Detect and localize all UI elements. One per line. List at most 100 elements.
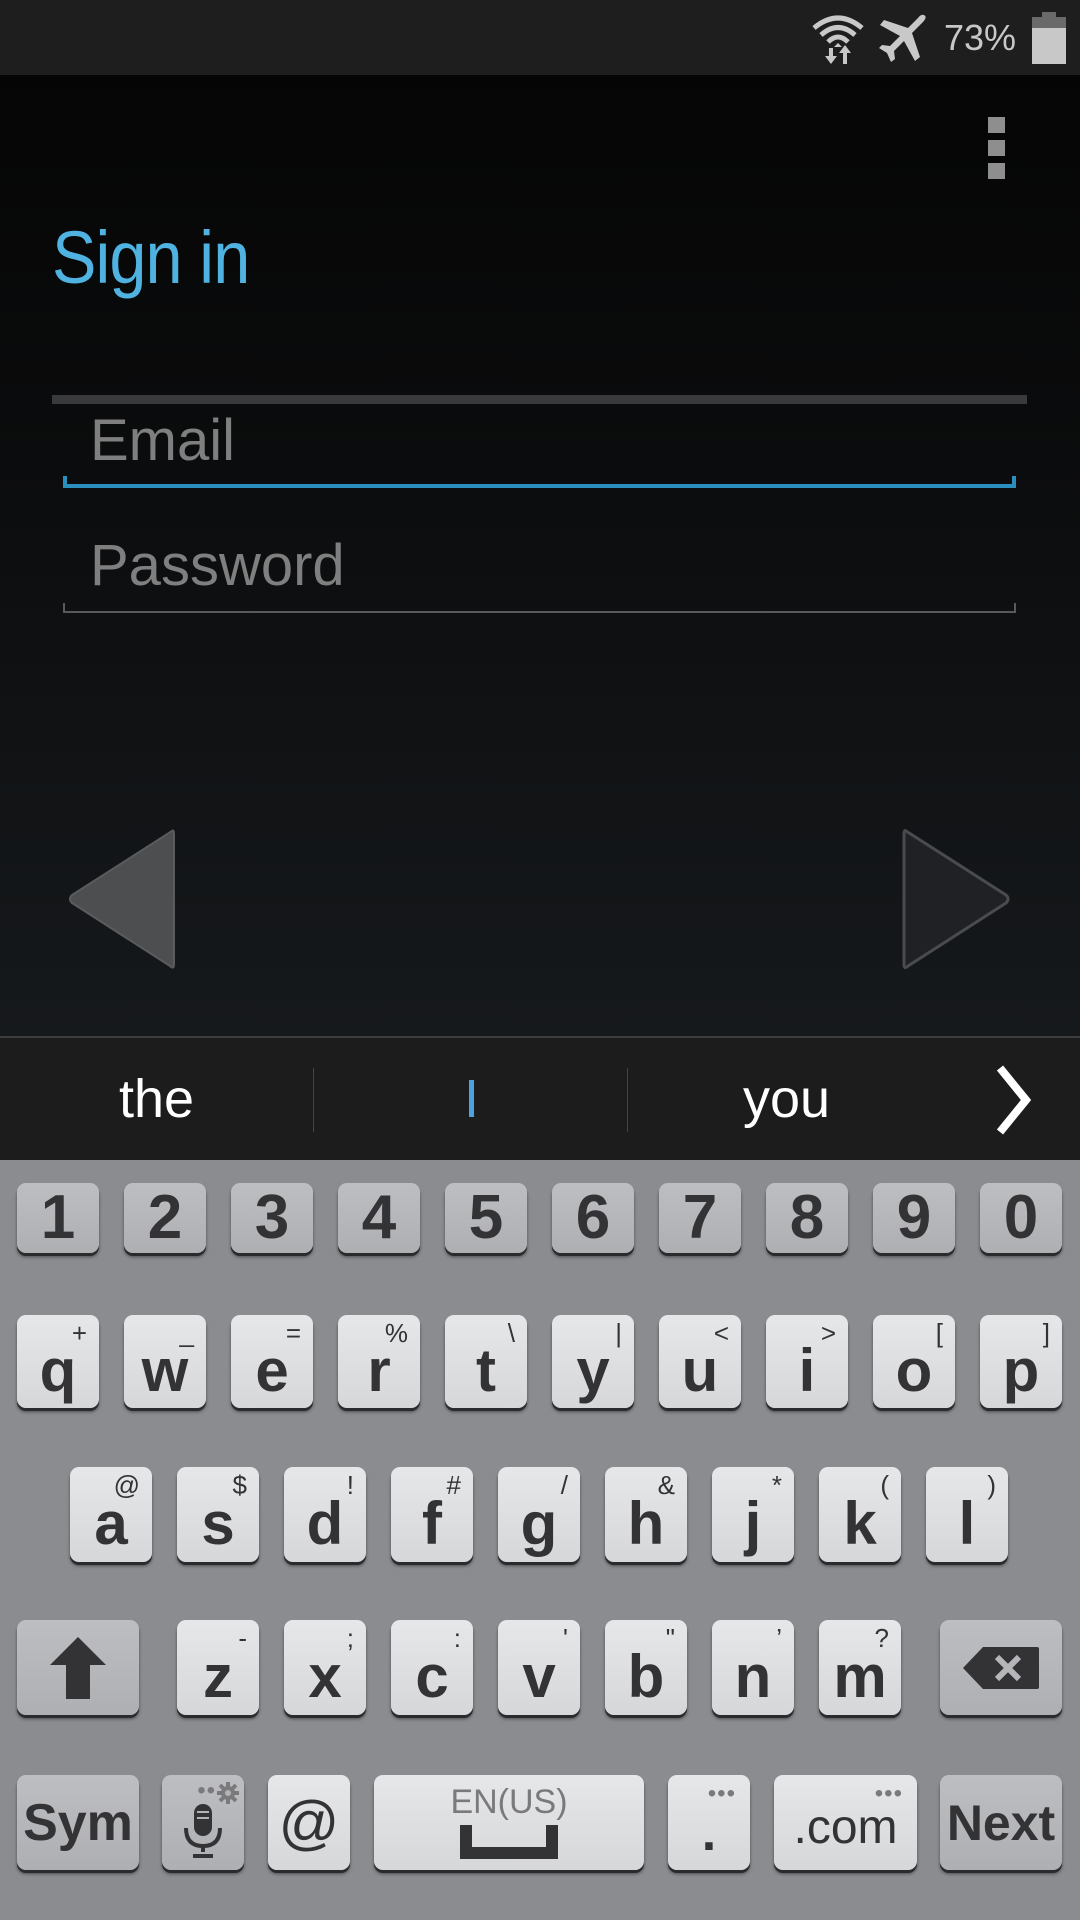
password-input[interactable] xyxy=(63,525,1016,605)
key-h[interactable]: h & xyxy=(605,1467,687,1562)
key-label: r xyxy=(367,1336,391,1404)
overflow-menu-button[interactable] xyxy=(985,115,1009,185)
key-4[interactable]: 4 xyxy=(338,1183,420,1253)
dotcom-key[interactable]: ••• .com xyxy=(774,1775,917,1870)
overflow-dot xyxy=(988,163,1005,179)
key-1[interactable]: 1 xyxy=(17,1183,99,1253)
suggestion-item-selected[interactable]: I xyxy=(315,1038,628,1160)
more-dots: ••• xyxy=(707,1780,736,1807)
key-alt-label: ( xyxy=(880,1470,889,1500)
key-alt-label: \ xyxy=(507,1318,515,1348)
key-label: w xyxy=(141,1336,189,1404)
language-label: EN(US) xyxy=(450,1783,568,1821)
key-q[interactable]: q + xyxy=(17,1315,99,1408)
overflow-menu-icon xyxy=(988,117,1005,133)
key-t[interactable]: t \ xyxy=(445,1315,527,1408)
key-j[interactable]: j * xyxy=(712,1467,794,1562)
key-l[interactable]: l) xyxy=(926,1467,1008,1562)
key-alt-label: % xyxy=(384,1318,408,1348)
key-o[interactable]: o[ xyxy=(873,1315,955,1408)
password-underline xyxy=(63,611,1016,613)
key-alt-label: + xyxy=(71,1318,87,1348)
key-m[interactable]: m? xyxy=(819,1620,901,1715)
key-alt-label: " xyxy=(665,1623,675,1653)
password-field[interactable] xyxy=(63,525,1016,613)
backspace-icon xyxy=(963,1646,1039,1689)
space-key[interactable]: EN(US) xyxy=(374,1775,644,1870)
back-button[interactable] xyxy=(68,827,178,972)
key-y[interactable]: y | xyxy=(552,1315,634,1408)
key-label: b xyxy=(627,1642,665,1710)
next-key[interactable]: Next xyxy=(940,1775,1062,1870)
status-icons: 73% xyxy=(810,8,1066,68)
key-0[interactable]: 0 xyxy=(980,1183,1062,1253)
key-label: e xyxy=(255,1336,289,1404)
battery-icon xyxy=(1032,12,1066,64)
key-e[interactable]: e = xyxy=(231,1315,313,1408)
next-button[interactable] xyxy=(900,827,1010,972)
key-alt-label: ’ xyxy=(776,1623,782,1653)
more-suggestions-button[interactable] xyxy=(990,1060,1044,1140)
key-label: 2 xyxy=(147,1183,183,1252)
key-alt-label: | xyxy=(615,1318,622,1348)
key-2[interactable]: 2 xyxy=(124,1183,206,1253)
shift-icon xyxy=(50,1636,106,1699)
key-p[interactable]: p] xyxy=(980,1315,1062,1408)
voice-input-key[interactable]: •• xyxy=(162,1775,244,1870)
key-alt-label: # xyxy=(446,1470,461,1500)
wifi-data-icon xyxy=(812,15,864,64)
shift-key[interactable] xyxy=(17,1620,139,1715)
suggestion-item[interactable]: you xyxy=(630,1038,943,1160)
battery-percent: 73% xyxy=(943,17,1016,58)
key-c[interactable]: c: xyxy=(391,1620,473,1715)
at-key[interactable]: @ xyxy=(268,1775,350,1870)
key-5[interactable]: 5 xyxy=(445,1183,527,1253)
microphone-icon xyxy=(184,1803,222,1858)
key-label: d xyxy=(306,1489,344,1557)
key-n[interactable]: n’ xyxy=(712,1620,794,1715)
key-x[interactable]: x; xyxy=(284,1620,366,1715)
gear-icon xyxy=(217,1782,239,1804)
key-label: q xyxy=(39,1336,77,1404)
email-field[interactable] xyxy=(63,400,1016,488)
key-g[interactable]: g / xyxy=(498,1467,580,1562)
key-label: 1 xyxy=(40,1183,76,1252)
key-8[interactable]: 8 xyxy=(766,1183,848,1253)
key-label: t xyxy=(476,1336,496,1404)
key-f[interactable]: f # xyxy=(391,1467,473,1562)
key-k[interactable]: k( xyxy=(819,1467,901,1562)
sym-key[interactable]: Sym xyxy=(17,1775,139,1870)
key-s[interactable]: s $ xyxy=(177,1467,259,1562)
key-i[interactable]: i > xyxy=(766,1315,848,1408)
key-alt-label: * xyxy=(771,1470,782,1500)
key-6[interactable]: 6 xyxy=(552,1183,634,1253)
underline-tick xyxy=(63,476,67,488)
chevron-right-icon xyxy=(996,1065,1032,1135)
key-label: p xyxy=(1002,1336,1040,1404)
key-7[interactable]: 7 xyxy=(659,1183,741,1253)
sym-label: Sym xyxy=(23,1793,133,1852)
key-b[interactable]: b " xyxy=(605,1620,687,1715)
suggestion-divider xyxy=(313,1068,314,1132)
period-key[interactable]: ••• . xyxy=(668,1775,750,1870)
key-alt-label: ] xyxy=(1042,1318,1050,1348)
key-alt-label: & xyxy=(657,1470,675,1500)
key-alt-label: @ xyxy=(113,1470,140,1500)
backspace-key[interactable] xyxy=(940,1620,1062,1715)
key-z[interactable]: z- xyxy=(177,1620,259,1715)
key-label: s xyxy=(201,1489,235,1557)
key-v[interactable]: v ' xyxy=(498,1620,580,1715)
key-a[interactable]: a @ xyxy=(70,1467,152,1562)
key-r[interactable]: r% xyxy=(338,1315,420,1408)
key-label: a xyxy=(94,1489,128,1557)
key-3[interactable]: 3 xyxy=(231,1183,313,1253)
key-label: j xyxy=(744,1489,762,1557)
suggestion-item[interactable]: the xyxy=(0,1038,313,1160)
key-d[interactable]: d! xyxy=(284,1467,366,1562)
key-u[interactable]: u < xyxy=(659,1315,741,1408)
key-label: 4 xyxy=(361,1183,397,1252)
key-9[interactable]: 9 xyxy=(873,1183,955,1253)
key-w[interactable]: w _ xyxy=(124,1315,206,1408)
email-input[interactable] xyxy=(63,400,1016,480)
key-label: 9 xyxy=(896,1183,932,1252)
